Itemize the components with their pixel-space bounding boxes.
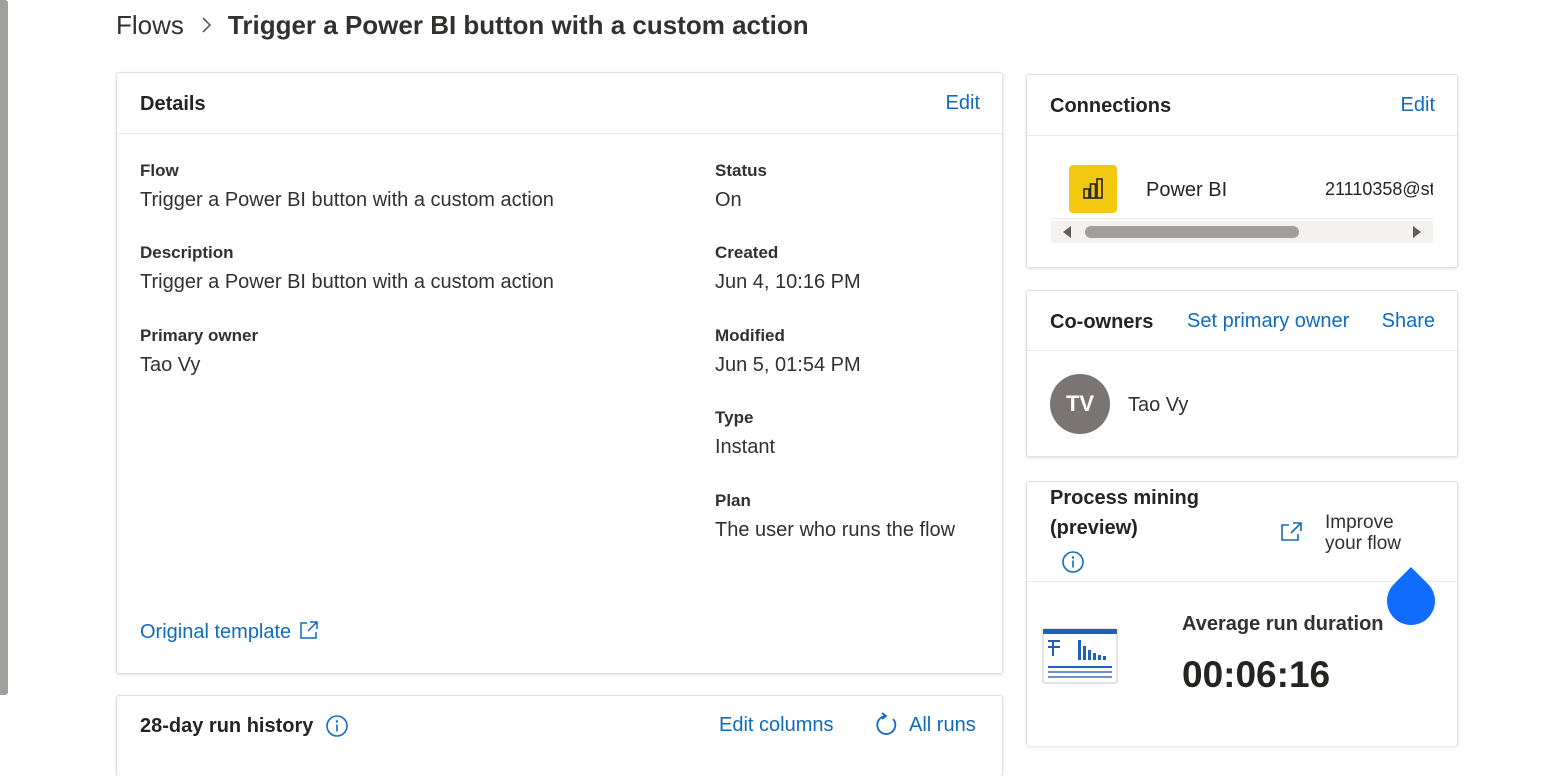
- average-run-duration-label: Average run duration: [1182, 613, 1384, 635]
- process-mining-title-line1: Process mining: [1050, 487, 1199, 509]
- created-label: Created: [715, 243, 779, 262]
- type-value: Instant: [715, 436, 776, 458]
- connections-edit-link[interactable]: Edit: [1401, 94, 1435, 117]
- original-template-label[interactable]: Original template: [140, 621, 291, 644]
- co-owners-title: Co-owners: [1050, 311, 1154, 333]
- average-run-duration-value: 00:06:16: [1182, 654, 1331, 695]
- plan-label: Plan: [715, 491, 751, 510]
- field-type: Type Instant: [715, 408, 985, 459]
- flow-label: Flow: [140, 161, 179, 180]
- connection-name: Power BI: [1146, 179, 1228, 201]
- co-owners-header: Co-owners Set primary owner Share: [1027, 291, 1457, 351]
- details-edit-link[interactable]: Edit: [946, 92, 980, 115]
- process-mining-title-line2: (preview): [1050, 517, 1138, 539]
- avatar: TV: [1050, 374, 1110, 434]
- created-value: Jun 4, 10:16 PM: [715, 271, 861, 293]
- share-link[interactable]: Share: [1382, 310, 1435, 333]
- connection-account: 21110358@st: [1325, 179, 1433, 199]
- chevron-right-icon: [202, 17, 212, 33]
- scrollbar-thumb[interactable]: [1085, 226, 1299, 238]
- connection-divider: [1051, 218, 1433, 219]
- description-label: Description: [140, 243, 234, 262]
- status-label: Status: [715, 161, 767, 180]
- breadcrumb-flows-link[interactable]: Flows: [116, 10, 184, 41]
- all-runs-button[interactable]: All runs: [873, 712, 976, 738]
- left-scroll-edge: [0, 0, 8, 695]
- process-mining-header: Process mining (preview) Improve your fl…: [1027, 482, 1457, 582]
- scroll-right-arrow-icon[interactable]: [1411, 225, 1423, 239]
- horizontal-scrollbar[interactable]: [1051, 221, 1433, 243]
- field-status: Status On: [715, 161, 985, 212]
- primary-owner-label: Primary owner: [140, 326, 259, 345]
- flow-value: Trigger a Power BI button with a custom …: [140, 189, 554, 211]
- co-owner-name: Tao Vy: [1128, 394, 1189, 416]
- info-icon[interactable]: [1061, 550, 1085, 574]
- edit-columns-link[interactable]: Edit columns: [719, 714, 834, 737]
- description-value: Trigger a Power BI button with a custom …: [140, 271, 554, 293]
- refresh-icon: [876, 712, 897, 735]
- scroll-left-arrow-icon[interactable]: [1061, 225, 1073, 239]
- run-history-card: 28-day run history Edit columns All runs: [116, 695, 1003, 776]
- primary-owner-value: Tao Vy: [140, 354, 201, 376]
- set-primary-owner-link[interactable]: Set primary owner: [1187, 310, 1349, 333]
- breadcrumb: Flows Trigger a Power BI button with a c…: [116, 8, 809, 42]
- field-primary-owner: Primary owner Tao Vy: [140, 326, 680, 377]
- improve-flow-line1[interactable]: Improve: [1325, 512, 1394, 533]
- info-icon[interactable]: [325, 714, 349, 738]
- modified-label: Modified: [715, 326, 785, 345]
- improve-flow-line2[interactable]: your flow: [1325, 533, 1401, 554]
- field-plan: Plan The user who runs the flow: [715, 491, 995, 542]
- connections-card: Connections Edit Power BI 21110358@st: [1026, 74, 1458, 268]
- connections-title: Connections: [1050, 95, 1172, 117]
- open-external-icon: [300, 620, 318, 639]
- power-bi-icon: [1069, 165, 1117, 213]
- original-template-link[interactable]: Original template: [140, 620, 320, 644]
- open-external-icon[interactable]: [1279, 520, 1305, 544]
- plan-value: The user who runs the flow: [715, 519, 956, 541]
- analytics-thumbnail-icon: [1042, 628, 1118, 684]
- details-card: Details Edit Flow Trigger a Power BI but…: [116, 72, 1003, 674]
- details-title: Details: [140, 93, 206, 115]
- status-value: On: [715, 189, 742, 211]
- modified-value: Jun 5, 01:54 PM: [715, 354, 861, 376]
- connections-header: Connections Edit: [1027, 75, 1457, 136]
- run-history-header: 28-day run history: [140, 714, 349, 738]
- field-flow: Flow Trigger a Power BI button with a cu…: [140, 161, 680, 212]
- type-label: Type: [715, 408, 754, 427]
- run-history-title: 28-day run history: [140, 714, 314, 737]
- co-owners-card: Co-owners Set primary owner Share TV Tao…: [1026, 290, 1458, 457]
- all-runs-label[interactable]: All runs: [909, 714, 976, 737]
- field-description: Description Trigger a Power BI button wi…: [140, 243, 680, 294]
- process-mining-card: Process mining (preview) Improve your fl…: [1026, 481, 1458, 746]
- field-modified: Modified Jun 5, 01:54 PM: [715, 326, 985, 377]
- field-created: Created Jun 4, 10:16 PM: [715, 243, 985, 294]
- details-header: Details Edit: [117, 73, 1002, 134]
- page-title: Trigger a Power BI button with a custom …: [227, 9, 809, 40]
